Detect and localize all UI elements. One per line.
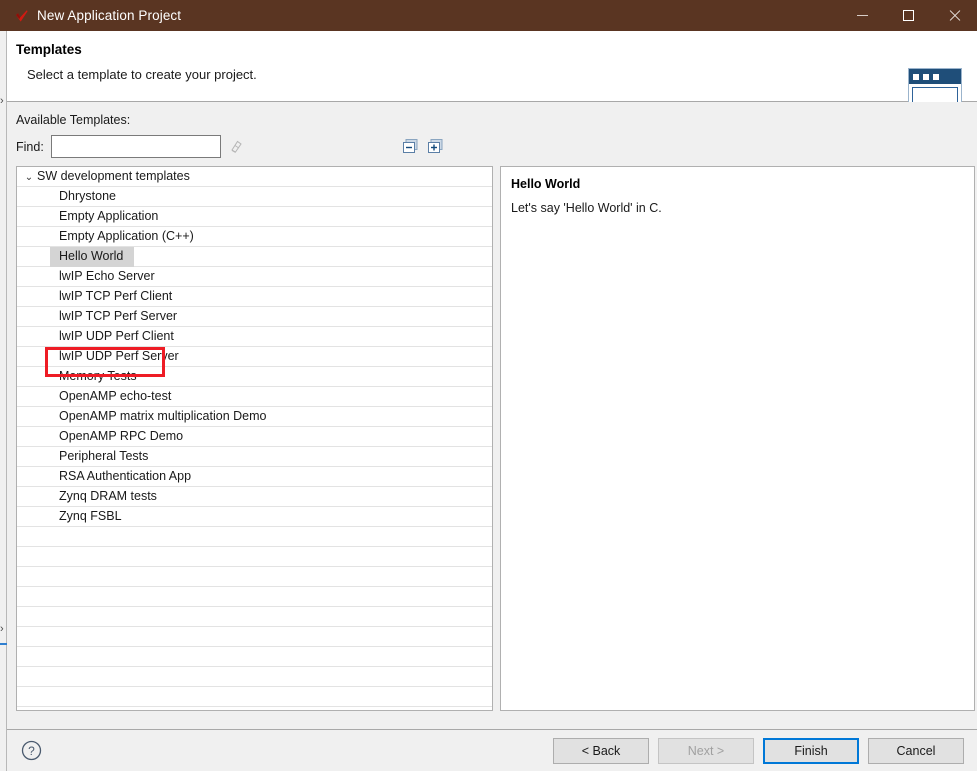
back-button[interactable]: < Back xyxy=(553,738,649,764)
maximize-button[interactable] xyxy=(885,0,931,31)
minimize-icon xyxy=(856,15,868,16)
maximize-icon xyxy=(902,10,914,21)
template-list-item[interactable]: Dhrystone xyxy=(17,187,492,207)
page-title: Templates xyxy=(16,42,82,57)
template-list-item-label: lwIP UDP Perf Server xyxy=(59,349,179,363)
find-row: Find: xyxy=(16,135,246,158)
template-list-item[interactable]: Memory Tests xyxy=(17,367,492,387)
cancel-button[interactable]: Cancel xyxy=(868,738,964,764)
tree-toolbar xyxy=(402,138,444,155)
clear-filter-icon[interactable] xyxy=(228,138,246,156)
find-label: Find: xyxy=(16,139,44,154)
help-question-icon[interactable]: ? xyxy=(21,740,42,761)
background-sliver-accent xyxy=(0,643,7,645)
background-window-sliver: › › xyxy=(0,31,7,771)
available-templates-label: Available Templates: xyxy=(16,113,131,127)
collapse-all-icon[interactable] xyxy=(402,138,419,155)
template-list-item[interactable]: Peripheral Tests xyxy=(17,447,492,467)
find-input[interactable] xyxy=(50,135,221,158)
background-sliver-mark-2: › xyxy=(0,625,4,634)
titlebar: New Application Project xyxy=(7,0,977,31)
template-list-item[interactable]: Zynq FSBL xyxy=(17,507,492,527)
template-list-item-label: Hello World xyxy=(59,249,124,263)
template-list-item[interactable]: lwIP UDP Perf Server xyxy=(17,347,492,367)
minimize-button[interactable] xyxy=(839,0,885,31)
template-list-item-label: OpenAMP RPC Demo xyxy=(59,429,184,443)
wizard-header: Templates Select a template to create yo… xyxy=(7,31,977,117)
red-check-logo-icon xyxy=(7,0,37,31)
close-button[interactable] xyxy=(931,0,977,31)
template-description-panel: Hello World Let's say 'Hello World' in C… xyxy=(500,166,975,711)
expand-all-icon[interactable] xyxy=(427,138,444,155)
template-list-item[interactable]: Empty Application (C++) xyxy=(17,227,492,247)
finish-button[interactable]: Finish xyxy=(763,738,859,764)
banner-dot-2 xyxy=(923,73,929,80)
template-list-item[interactable]: lwIP UDP Perf Client xyxy=(17,327,492,347)
next-button: Next > xyxy=(658,738,754,764)
template-list-item-label: lwIP UDP Perf Client xyxy=(59,329,174,343)
template-list-empty-row[interactable] xyxy=(17,527,492,547)
template-list-empty-row[interactable] xyxy=(17,567,492,587)
template-list-item[interactable]: lwIP Echo Server xyxy=(17,267,492,287)
new-application-project-dialog: › › New Application Project Templates Se… xyxy=(0,0,977,771)
template-list-empty-row[interactable] xyxy=(17,667,492,687)
templates-list[interactable]: ⌄ SW development templates Dhrystone Empt… xyxy=(16,166,493,711)
template-list-item[interactable]: OpenAMP RPC Demo xyxy=(17,427,492,447)
template-list-item[interactable]: Empty Application xyxy=(17,207,492,227)
template-list-item-label: Dhrystone xyxy=(59,189,116,203)
background-window-titlebar-sliver xyxy=(0,0,7,31)
template-list-item-label: Memory Tests xyxy=(59,369,137,383)
template-list-item[interactable]: Zynq DRAM tests xyxy=(17,487,492,507)
banner-titlebar xyxy=(909,69,961,84)
template-list-empty-row[interactable] xyxy=(17,607,492,627)
background-sliver-mark-1: › xyxy=(0,97,4,106)
dialog-body: Available Templates: Find: ⌄ SW developm… xyxy=(7,102,977,729)
template-list-item[interactable]: lwIP TCP Perf Client xyxy=(17,287,492,307)
template-list-item-label: lwIP TCP Perf Client xyxy=(59,289,173,303)
description-text: Let's say 'Hello World' in C. xyxy=(511,201,662,215)
banner-dot-1 xyxy=(913,73,919,80)
template-list-empty-row[interactable] xyxy=(17,687,492,707)
template-list-item-label: lwIP Echo Server xyxy=(59,269,155,283)
banner-dot-3 xyxy=(933,73,939,80)
template-list-item[interactable]: Hello World xyxy=(17,247,492,267)
close-icon xyxy=(948,10,960,22)
template-list-item-label: lwIP TCP Perf Server xyxy=(59,309,178,323)
template-list-item-label: Empty Application (C++) xyxy=(59,229,194,243)
window-controls xyxy=(839,0,977,31)
template-list-item-label: Zynq FSBL xyxy=(59,509,122,523)
template-list-empty-row[interactable] xyxy=(17,627,492,647)
description-title: Hello World xyxy=(511,177,581,191)
template-list-item-label: RSA Authentication App xyxy=(59,469,192,483)
template-list-item-label: OpenAMP matrix multiplication Demo xyxy=(59,409,267,423)
template-list-item-label: Empty Application xyxy=(59,209,159,223)
template-list-item-label: Peripheral Tests xyxy=(59,449,149,463)
tree-group-label: SW development templates xyxy=(37,169,190,183)
template-list-item[interactable]: lwIP TCP Perf Server xyxy=(17,307,492,327)
template-list-empty-row[interactable] xyxy=(17,647,492,667)
svg-text:?: ? xyxy=(28,744,35,758)
tree-group-sw-development-templates[interactable]: ⌄ SW development templates xyxy=(17,167,492,187)
template-list-item[interactable]: OpenAMP echo-test xyxy=(17,387,492,407)
template-list-item[interactable]: OpenAMP matrix multiplication Demo xyxy=(17,407,492,427)
chevron-down-icon[interactable]: ⌄ xyxy=(23,167,35,187)
template-list-item-label: OpenAMP echo-test xyxy=(59,389,172,403)
template-list-item-label: Zynq DRAM tests xyxy=(59,489,157,503)
wizard-buttons: < Back Next > Finish Cancel xyxy=(553,738,964,764)
template-list-empty-row[interactable] xyxy=(17,587,492,607)
page-subtitle: Select a template to create your project… xyxy=(27,67,257,82)
template-list-empty-row[interactable] xyxy=(17,547,492,567)
dialog-footer: ? < Back Next > Finish Cancel xyxy=(7,729,977,771)
window-title: New Application Project xyxy=(37,8,182,23)
template-list-item[interactable]: RSA Authentication App xyxy=(17,467,492,487)
